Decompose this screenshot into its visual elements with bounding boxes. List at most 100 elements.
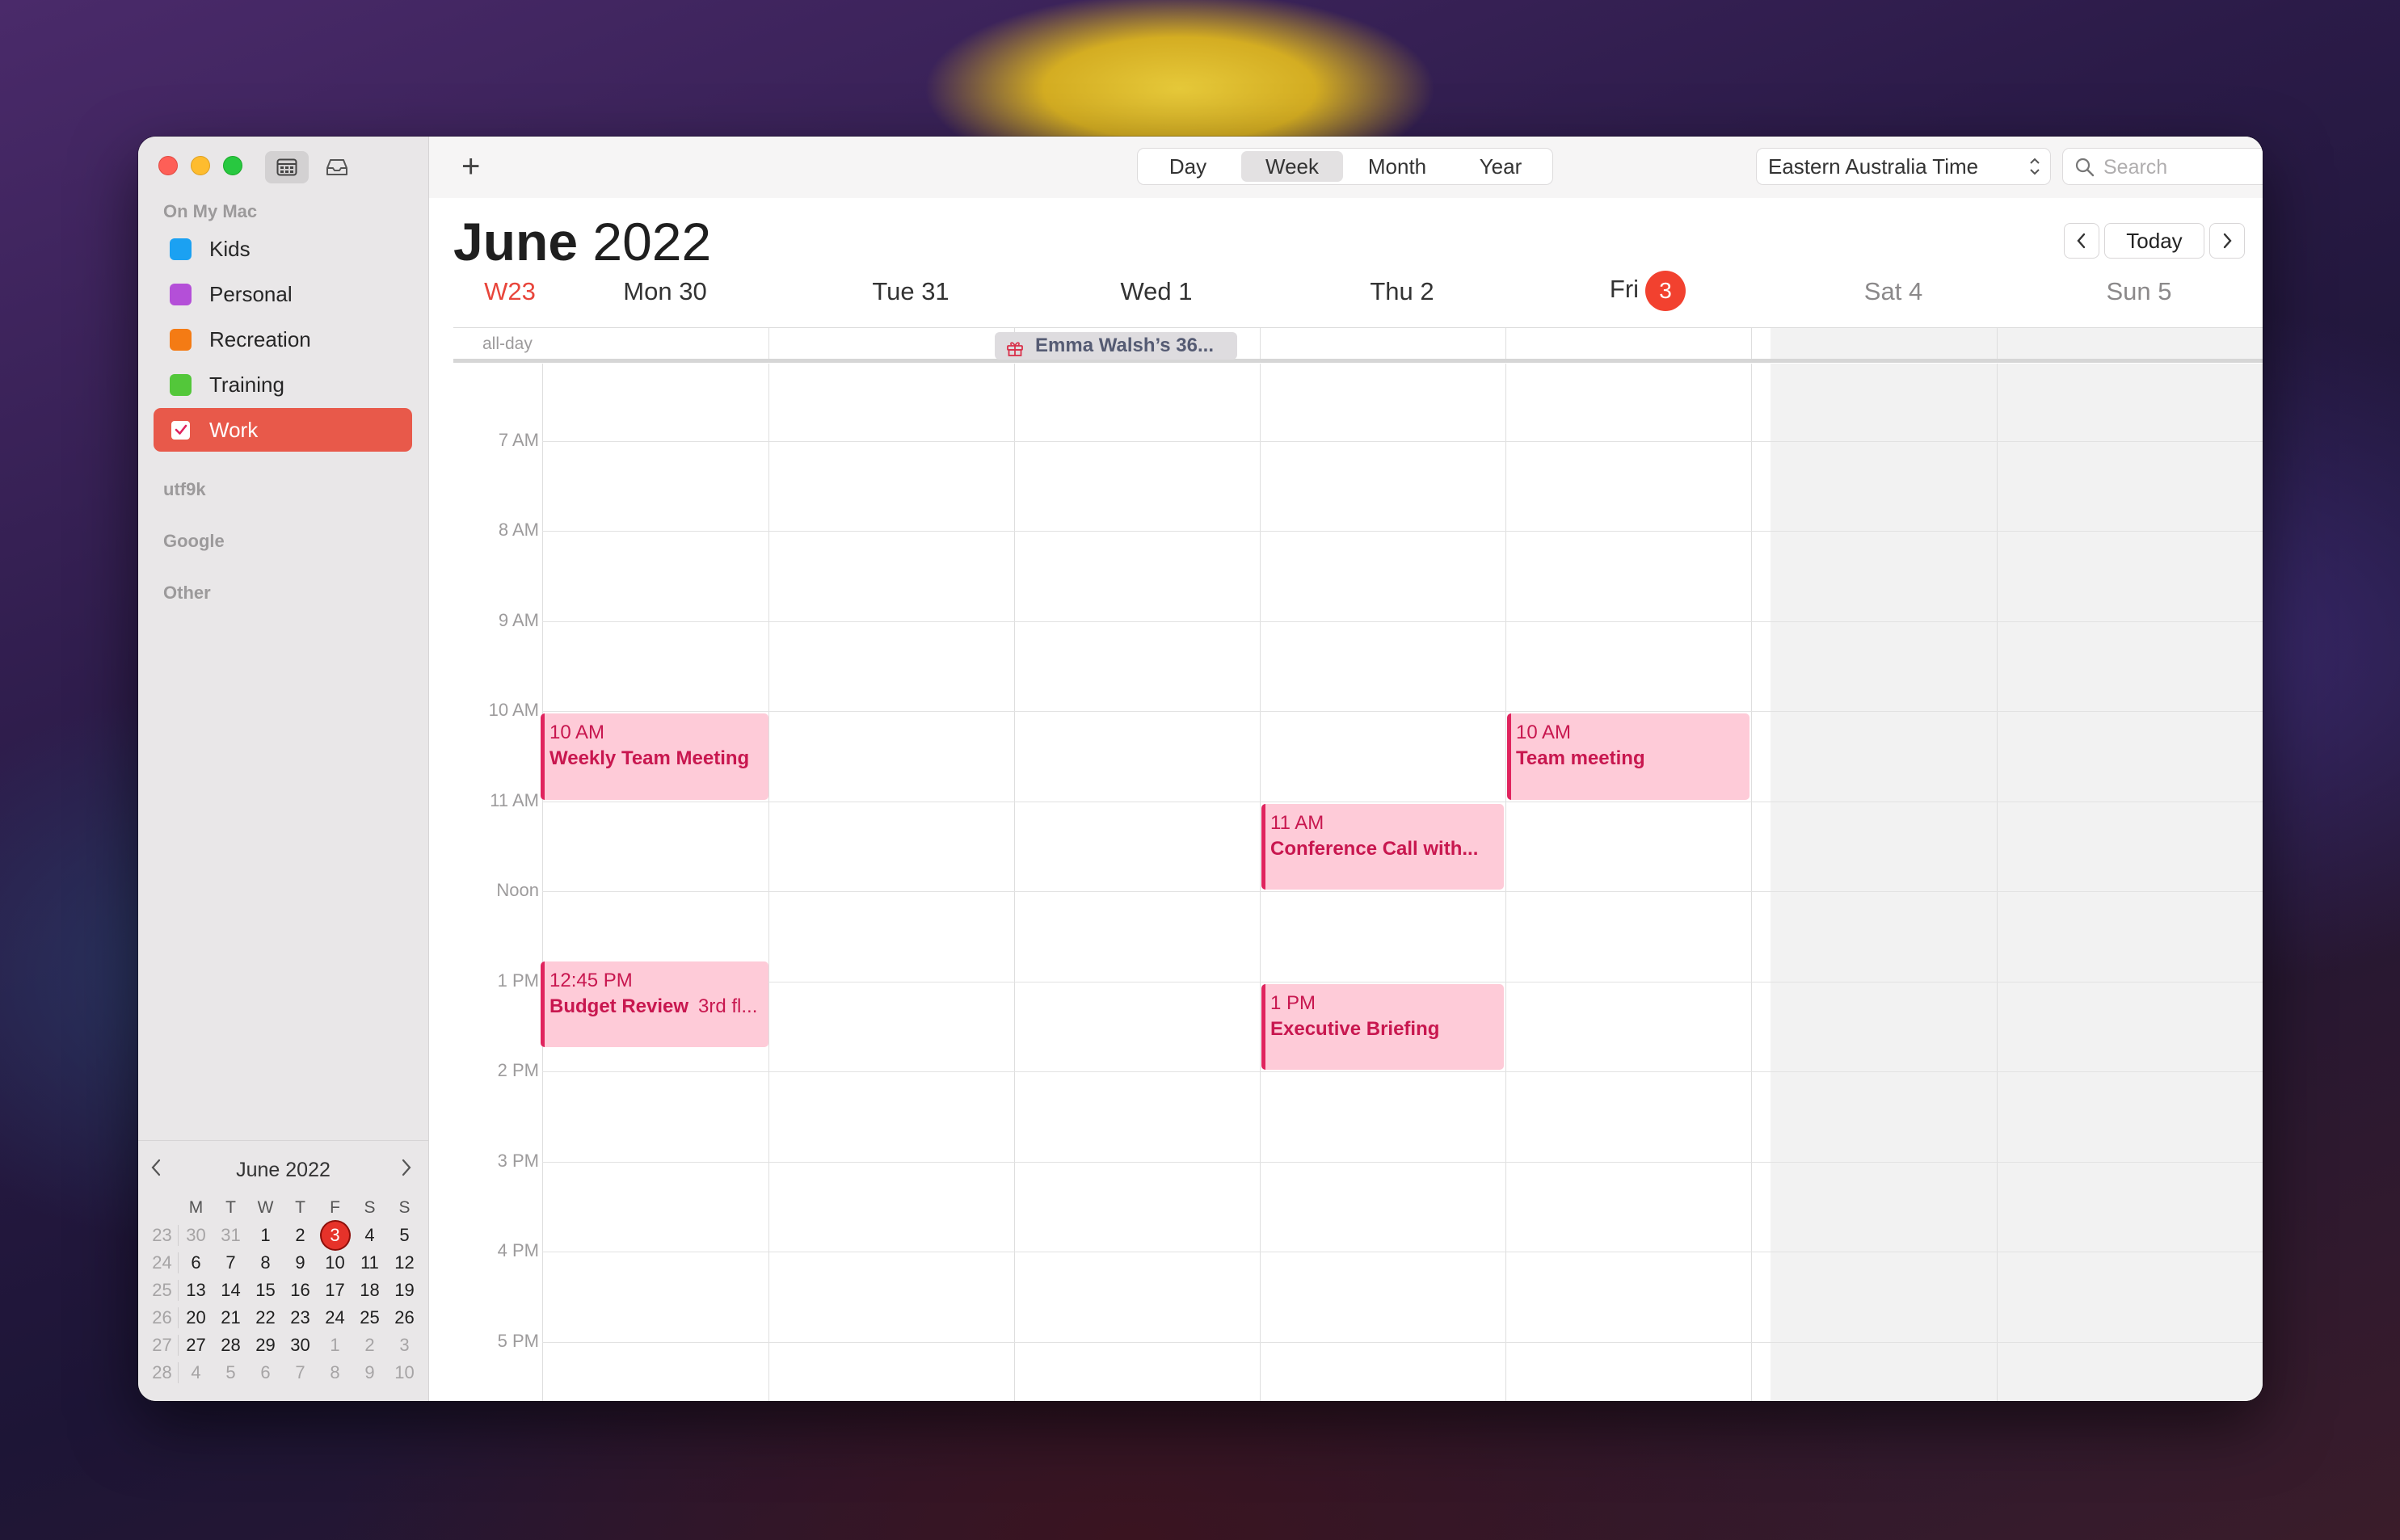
view-month-button[interactable]: Month <box>1346 151 1448 182</box>
timezone-select[interactable]: Eastern Australia Time <box>1756 148 2051 185</box>
mini-day[interactable]: 19 <box>387 1280 422 1301</box>
all-day-event-birthday[interactable]: Emma Walsh’s 36... <box>995 332 1237 360</box>
view-week-button[interactable]: Week <box>1241 151 1343 182</box>
main-area: + Day Week Month Year Eastern Australia … <box>429 137 2263 1401</box>
mini-day[interactable]: 31 <box>213 1225 248 1246</box>
mini-day[interactable]: 30 <box>179 1225 213 1246</box>
calendar-checkbox-kids[interactable] <box>170 238 192 260</box>
day-header-tue[interactable]: Tue 31 <box>788 277 1034 313</box>
calendar-event[interactable]: 12:45 PM Budget Review 3rd fl... <box>541 961 768 1048</box>
event-title-line: Team meeting <box>1516 747 1743 770</box>
calendar-event[interactable]: 10 AM Weekly Team Meeting <box>541 713 768 800</box>
mini-day[interactable]: 7 <box>213 1252 248 1273</box>
mini-day[interactable]: 29 <box>248 1335 283 1356</box>
mini-day[interactable]: 24 <box>318 1307 352 1328</box>
mini-day[interactable]: 6 <box>179 1252 213 1273</box>
group-label-utf9k[interactable]: utf9k <box>163 479 206 500</box>
mini-day-number: 30 <box>290 1335 310 1355</box>
mini-day[interactable]: 1 <box>248 1225 283 1246</box>
mini-calendar-next-button[interactable] <box>398 1157 415 1183</box>
mini-day[interactable]: 4 <box>352 1225 387 1246</box>
view-year-button[interactable]: Year <box>1451 151 1550 182</box>
day-header-sat[interactable]: Sat 4 <box>1771 277 2016 313</box>
hour-gridline <box>542 621 2263 622</box>
mini-day[interactable]: 21 <box>213 1307 248 1328</box>
day-header-fri[interactable]: Fri 3 <box>1525 271 1771 311</box>
day-header-sun[interactable]: Sun 5 <box>2016 277 2262 313</box>
calendar-item-kids[interactable]: Kids <box>154 227 412 271</box>
mini-day[interactable]: 6 <box>248 1362 283 1383</box>
day-header-thu[interactable]: Thu 2 <box>1279 277 1525 313</box>
group-label-on-my-mac: On My Mac <box>163 201 258 221</box>
mini-day[interactable]: 9 <box>352 1362 387 1383</box>
mini-day[interactable]: 3 <box>387 1335 422 1356</box>
mini-day[interactable]: 2 <box>283 1225 318 1246</box>
mini-day[interactable]: 10 <box>387 1362 422 1383</box>
calendar-checkbox-training[interactable] <box>170 373 192 396</box>
group-label-other[interactable]: Other <box>163 583 211 604</box>
mini-day[interactable]: 30 <box>283 1335 318 1356</box>
add-event-button[interactable]: + <box>461 146 480 187</box>
view-day-button[interactable]: Day <box>1140 151 1236 182</box>
calendar-item-personal[interactable]: Personal <box>154 272 412 316</box>
today-button[interactable]: Today <box>2104 223 2204 259</box>
mini-day[interactable]: 5 <box>213 1362 248 1383</box>
mini-day-number: 17 <box>325 1280 345 1300</box>
mini-day-number: 12 <box>394 1252 415 1273</box>
mini-day[interactable]: 1 <box>318 1335 352 1356</box>
calendars-toggle-button[interactable] <box>265 151 309 183</box>
calendar-checkbox-personal[interactable] <box>170 283 192 305</box>
mini-day[interactable]: 10 <box>318 1252 352 1273</box>
day-header-wed[interactable]: Wed 1 <box>1034 277 1279 313</box>
calendar-event[interactable]: 1 PM Executive Briefing <box>1261 983 1504 1070</box>
previous-week-button[interactable] <box>2064 223 2099 259</box>
mini-day[interactable]: 25 <box>352 1307 387 1328</box>
search-field[interactable] <box>2062 148 2263 185</box>
mini-day[interactable]: 4 <box>179 1362 213 1383</box>
mini-day[interactable]: 27 <box>179 1335 213 1356</box>
mini-day[interactable]: 15 <box>248 1280 283 1301</box>
mini-day[interactable]: 2 <box>352 1335 387 1356</box>
week-time-grid[interactable]: 6 AM7 AM8 AM9 AM10 AM11 AMNoon1 PM2 PM3 … <box>429 364 2263 1401</box>
mini-day[interactable]: 7 <box>283 1362 318 1383</box>
calendar-event[interactable]: 11 AM Conference Call with... <box>1261 803 1504 890</box>
mini-day[interactable]: 17 <box>318 1280 352 1301</box>
calendar-item-work[interactable]: Work <box>154 408 412 452</box>
mini-day[interactable]: 8 <box>318 1362 352 1383</box>
calendar-event[interactable]: 10 AM Team meeting <box>1507 713 1749 800</box>
mini-day-number: 20 <box>186 1307 206 1328</box>
mini-weekday-header: M <box>188 1198 204 1217</box>
mini-day[interactable]: 5 <box>387 1225 422 1246</box>
hour-gridline <box>542 891 2263 892</box>
calendar-checkbox-recreation[interactable] <box>170 328 192 351</box>
group-label-google[interactable]: Google <box>163 531 225 552</box>
next-week-button[interactable] <box>2209 223 2245 259</box>
minimize-window-button[interactable] <box>191 156 210 175</box>
calendar-checkbox-work[interactable] <box>170 419 192 441</box>
mini-day[interactable]: 13 <box>179 1280 213 1301</box>
event-title: Team meeting <box>1516 747 1645 769</box>
mini-day[interactable]: 18 <box>352 1280 387 1301</box>
mini-day[interactable]: 22 <box>248 1307 283 1328</box>
mini-day-today[interactable]: 3 <box>318 1222 352 1249</box>
mini-day[interactable]: 9 <box>283 1252 318 1273</box>
mini-day[interactable]: 16 <box>283 1280 318 1301</box>
calendar-item-training[interactable]: Training <box>154 363 412 406</box>
zoom-window-button[interactable] <box>223 156 242 175</box>
mini-day[interactable]: 23 <box>283 1307 318 1328</box>
search-input[interactable] <box>2103 155 2263 179</box>
inbox-button[interactable] <box>315 151 359 183</box>
mini-day[interactable]: 14 <box>213 1280 248 1301</box>
hour-label: 10 AM <box>488 700 539 720</box>
mini-day-number: 8 <box>260 1252 271 1273</box>
mini-day[interactable]: 8 <box>248 1252 283 1273</box>
mini-day-number: 3 <box>399 1335 410 1355</box>
day-header-mon[interactable]: Mon 30 <box>542 277 788 313</box>
mini-day[interactable]: 20 <box>179 1307 213 1328</box>
mini-day[interactable]: 12 <box>387 1252 422 1273</box>
mini-day[interactable]: 11 <box>352 1252 387 1273</box>
calendar-item-recreation[interactable]: Recreation <box>154 318 412 361</box>
close-window-button[interactable] <box>158 156 178 175</box>
mini-day[interactable]: 26 <box>387 1307 422 1328</box>
mini-day[interactable]: 28 <box>213 1335 248 1356</box>
